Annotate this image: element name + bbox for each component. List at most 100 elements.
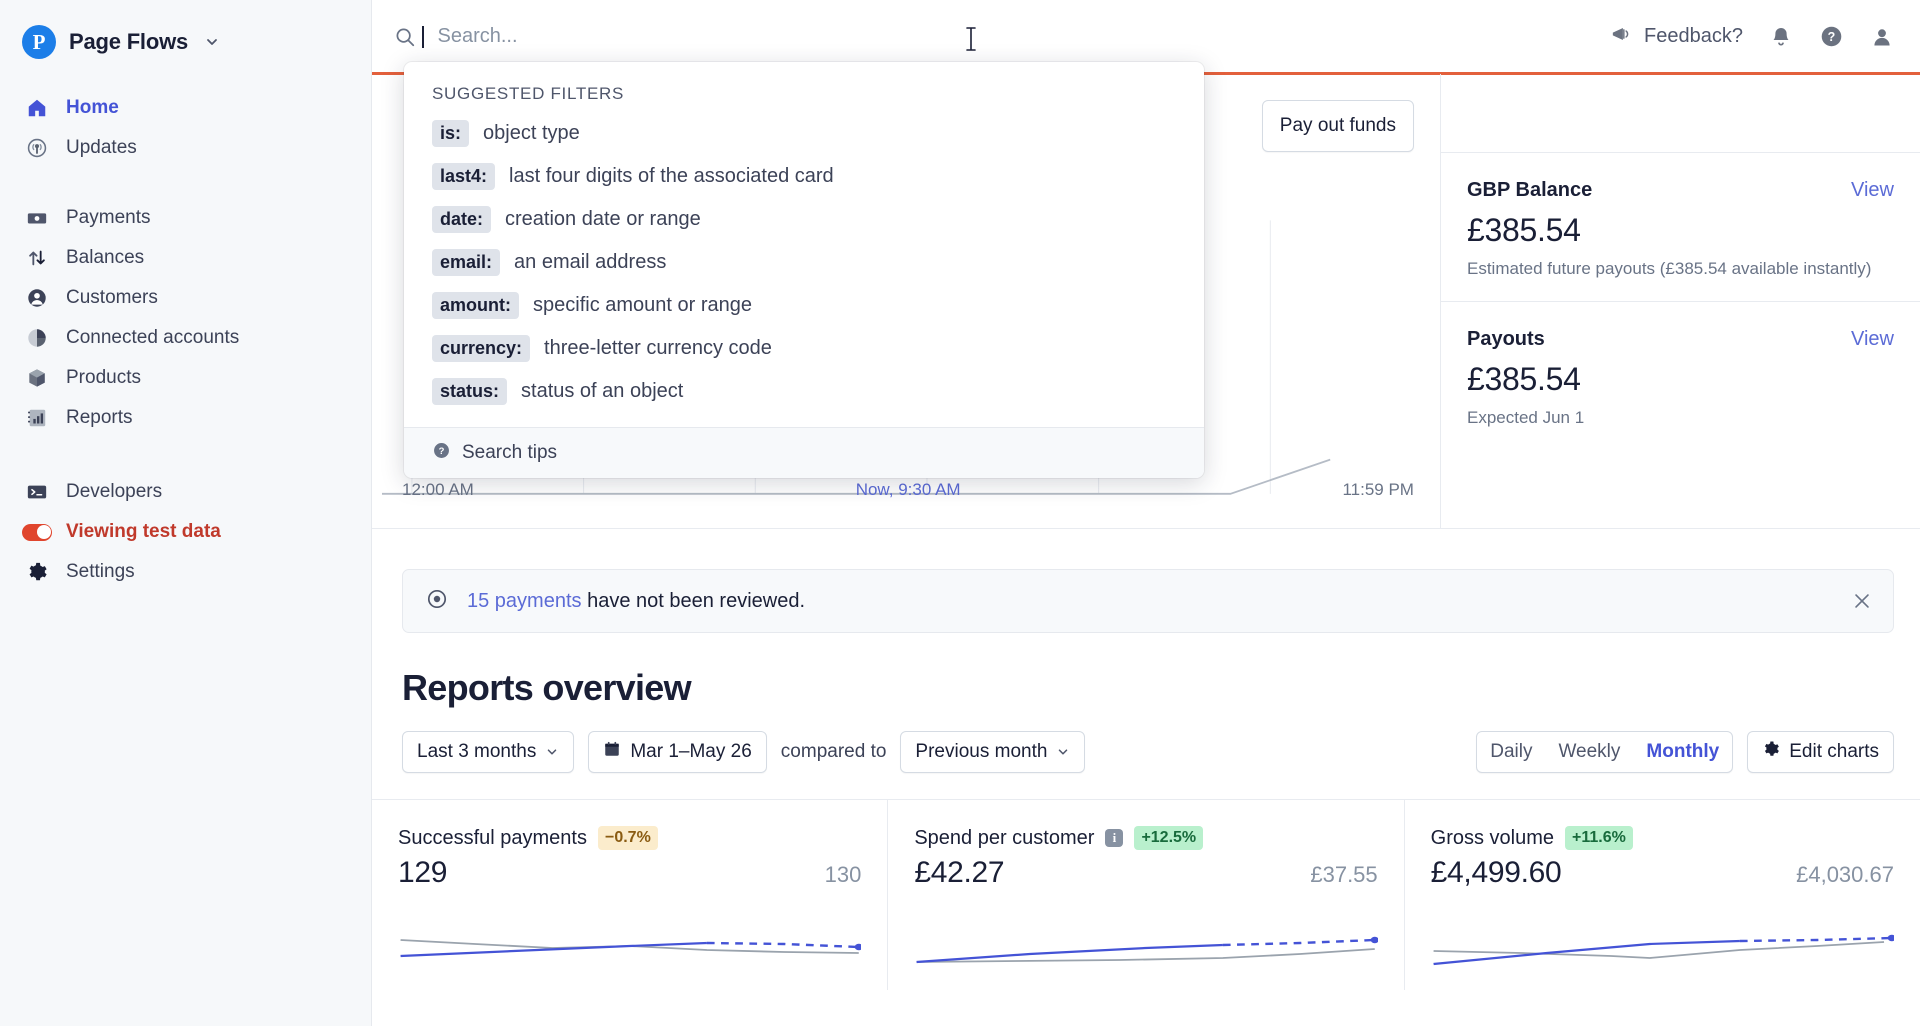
info-icon[interactable]: i bbox=[1105, 829, 1124, 847]
compared-to-label: compared to bbox=[780, 741, 887, 762]
edit-charts-label: Edit charts bbox=[1789, 741, 1879, 762]
sidebar-item-reports[interactable]: Reports bbox=[0, 398, 371, 438]
alert-wrapper: 15 payments have not been reviewed. bbox=[372, 529, 1920, 633]
filter-token: status: bbox=[432, 378, 508, 405]
question-circle-icon[interactable]: ? bbox=[1819, 24, 1844, 49]
sidebar-item-payments[interactable]: Payments bbox=[0, 198, 371, 238]
chart-x-axis: 12:00 AM Now, 9:30 AM 11:59 PM bbox=[372, 480, 1440, 500]
filter-suggestion-is[interactable]: is: object type bbox=[404, 112, 1204, 155]
metric-current-value: £4,499.60 bbox=[1430, 856, 1562, 889]
brand-name: Page Flows bbox=[69, 29, 189, 54]
terminal-icon bbox=[24, 479, 50, 505]
filter-token: currency: bbox=[432, 335, 531, 362]
balance-view-link[interactable]: View bbox=[1851, 179, 1894, 202]
date-range-picker[interactable]: Mar 1–May 26 bbox=[588, 731, 767, 773]
metric-previous-value: 130 bbox=[824, 862, 862, 887]
close-icon[interactable] bbox=[1851, 590, 1873, 612]
balance-amount: £385.54 bbox=[1467, 212, 1581, 248]
filter-description: last four digits of the associated card bbox=[509, 165, 834, 187]
edit-charts-button[interactable]: Edit charts bbox=[1747, 731, 1894, 773]
search-container[interactable] bbox=[372, 25, 1611, 51]
filter-token: amount: bbox=[432, 292, 519, 319]
filter-suggestion-last4[interactable]: last4: last four digits of the associate… bbox=[404, 155, 1204, 198]
sidebar-item-customers[interactable]: Customers bbox=[0, 278, 371, 318]
bell-icon[interactable] bbox=[1769, 25, 1793, 49]
filter-suggestion-currency[interactable]: currency: three-letter currency code bbox=[404, 327, 1204, 370]
reports-overview-section: Reports overview Last 3 months Mar 1–May… bbox=[372, 633, 1920, 773]
sidebar-item-products[interactable]: Products bbox=[0, 358, 371, 398]
filter-suggestion-status[interactable]: status: status of an object bbox=[404, 370, 1204, 413]
sparkline-chart bbox=[914, 918, 1380, 978]
filter-description: an email address bbox=[514, 251, 667, 273]
sidebar-item-home[interactable]: Home bbox=[0, 88, 371, 128]
range-select-label: Last 3 months bbox=[417, 741, 537, 762]
filter-suggestion-amount[interactable]: amount: specific amount or range bbox=[404, 284, 1204, 327]
metric-current-value: £42.27 bbox=[914, 856, 1005, 889]
page-title: Reports overview bbox=[402, 667, 692, 708]
connected-accounts-icon bbox=[24, 325, 50, 351]
brand-switcher[interactable]: P Page Flows bbox=[0, 0, 371, 62]
filter-suggestion-email[interactable]: email: an email address bbox=[404, 241, 1204, 284]
filter-token: date: bbox=[432, 206, 492, 233]
metric-card-gross-volume[interactable]: Gross volume +11.6% £4,499.60 £4,030.67 bbox=[1405, 800, 1920, 990]
filter-token: email: bbox=[432, 249, 501, 276]
sidebar-item-developers[interactable]: Developers bbox=[0, 472, 371, 512]
balance-view-link[interactable]: View bbox=[1851, 328, 1894, 351]
chevron-down-icon bbox=[545, 745, 559, 759]
granularity-daily[interactable]: Daily bbox=[1477, 732, 1545, 772]
metric-card-successful-payments[interactable]: Successful payments −0.7% 129 130 bbox=[372, 800, 889, 990]
sidebar-item-connected-accounts[interactable]: Connected accounts bbox=[0, 318, 371, 358]
compare-select[interactable]: Previous month bbox=[900, 731, 1086, 773]
gear-icon bbox=[1762, 740, 1780, 764]
user-avatar-icon[interactable] bbox=[1870, 25, 1894, 49]
sidebar-item-viewing-test-data[interactable]: Viewing test data bbox=[0, 512, 371, 552]
sidebar-item-label: Reports bbox=[66, 407, 133, 428]
filter-description: status of an object bbox=[521, 380, 684, 402]
filter-suggestion-date[interactable]: date: creation date or range bbox=[404, 198, 1204, 241]
balance-amount: £385.54 bbox=[1467, 361, 1581, 397]
toggle-on-icon bbox=[22, 519, 52, 545]
search-input[interactable] bbox=[437, 25, 798, 48]
sidebar: P Page Flows Home Updates Payments Balan… bbox=[0, 0, 372, 1026]
search-icon bbox=[394, 26, 416, 48]
app-root: P Page Flows Home Updates Payments Balan… bbox=[0, 0, 1920, 1026]
gear-icon bbox=[24, 559, 50, 585]
chevron-down-icon bbox=[1056, 745, 1070, 759]
alert-link[interactable]: 15 payments bbox=[467, 590, 582, 612]
gbp-balance-card: GBP Balance View £385.54 Estimated futur… bbox=[1441, 152, 1920, 301]
sidebar-item-balances[interactable]: Balances bbox=[0, 238, 371, 278]
granularity-monthly[interactable]: Monthly bbox=[1633, 732, 1732, 772]
alert-message: 15 payments have not been reviewed. bbox=[467, 590, 1833, 613]
metric-previous-value: £37.55 bbox=[1310, 862, 1378, 887]
sparkline-chart bbox=[398, 918, 863, 978]
pay-out-funds-button[interactable]: Pay out funds bbox=[1261, 100, 1414, 152]
granularity-weekly[interactable]: Weekly bbox=[1545, 732, 1633, 772]
filter-description: specific amount or range bbox=[533, 294, 753, 316]
date-range-label: Mar 1–May 26 bbox=[630, 741, 752, 762]
metric-card-spend-per-customer[interactable]: Spend per customer i +12.5% £42.27 £37.5… bbox=[888, 800, 1405, 990]
feedback-button[interactable]: Feedback? bbox=[1611, 23, 1743, 51]
sidebar-item-settings[interactable]: Settings bbox=[0, 552, 371, 592]
metric-title: Gross volume bbox=[1430, 826, 1555, 849]
sidebar-item-updates[interactable]: Updates bbox=[0, 128, 371, 168]
filter-description: object type bbox=[483, 122, 580, 144]
metric-previous-value: £4,030.67 bbox=[1796, 862, 1894, 887]
sidebar-item-label: Home bbox=[66, 97, 119, 118]
filter-description: three-letter currency code bbox=[544, 337, 772, 359]
balances-icon bbox=[24, 245, 50, 271]
suggested-filters-heading: SUGGESTED FILTERS bbox=[432, 84, 625, 103]
sidebar-item-label: Updates bbox=[66, 137, 137, 158]
sidebar-item-label: Products bbox=[66, 367, 141, 388]
reports-toolbar: Last 3 months Mar 1–May 26 compared to P bbox=[402, 731, 1894, 773]
range-select[interactable]: Last 3 months bbox=[402, 731, 575, 773]
sidebar-item-label: Balances bbox=[66, 247, 145, 268]
sparkline-chart bbox=[1431, 918, 1896, 978]
customers-icon bbox=[24, 285, 50, 311]
calendar-icon bbox=[603, 740, 621, 764]
search-tips-footer[interactable]: ? Search tips bbox=[404, 427, 1204, 478]
sidebar-group-dev: Developers Viewing test data Settings bbox=[0, 472, 371, 592]
feedback-label: Feedback? bbox=[1644, 25, 1743, 47]
svg-text:?: ? bbox=[439, 446, 445, 457]
broadcast-icon bbox=[24, 135, 50, 161]
metric-cards: Successful payments −0.7% 129 130 Spend … bbox=[372, 799, 1920, 990]
